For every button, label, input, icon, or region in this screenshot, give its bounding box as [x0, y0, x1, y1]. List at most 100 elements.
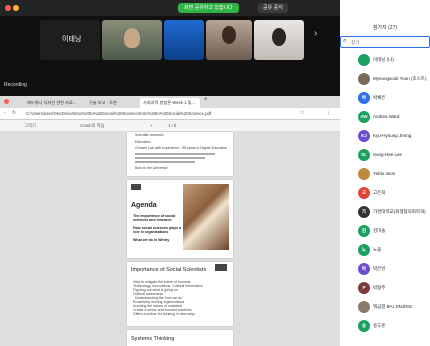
- participant-row[interactable]: 김 김미솔: [340, 225, 430, 241]
- participant-row[interactable]: AW Andrea Ward: [340, 111, 430, 127]
- zoom-titlebar: 화면 공유하고 있습니다 공유 중지: [0, 0, 340, 16]
- avatar: [358, 168, 370, 180]
- search-placeholder: 찾기: [351, 40, 360, 45]
- participant-name: 백금정 BAI JINJING: [373, 304, 413, 309]
- text-line: [135, 161, 195, 163]
- participant-row[interactable]: 이테닝 (나): [340, 54, 430, 70]
- close-window-icon[interactable]: [4, 99, 9, 104]
- minimize-window-icon[interactable]: [13, 5, 19, 11]
- menu-icon[interactable]: ⋮: [326, 110, 331, 116]
- logo-icon: [215, 264, 227, 271]
- avatar: P: [358, 282, 370, 294]
- avatar: 노: [358, 244, 370, 256]
- url-text[interactable]: C:/Users/user/OneDrive/Intro%20to%20Soci…: [26, 111, 256, 116]
- screen-share-indicator: 화면 공유하고 있습니다: [178, 3, 239, 13]
- tile-name: 이테닝: [62, 36, 82, 43]
- participant-row[interactable]: KJ Kyu-Hyoung Jeong: [340, 130, 430, 146]
- star-icon[interactable]: ☆: [300, 110, 304, 116]
- search-icon: ⌕: [343, 38, 347, 44]
- video-tile-self[interactable]: 이테닝: [40, 20, 100, 60]
- participant-row[interactable]: 가 가천대학교(회생협의회학과): [340, 206, 430, 222]
- participant-name: Sung-Hee Lee: [373, 152, 403, 157]
- participant-row[interactable]: 백금정 BAI JINJING: [340, 301, 430, 317]
- participant-name: 이테닝 (나): [373, 57, 394, 62]
- text-line: [135, 153, 215, 155]
- avatar: 가: [358, 206, 370, 218]
- pdf-page-importance: Importance of Social Scientists Help to …: [127, 262, 233, 326]
- participant-name: 박형주: [373, 285, 386, 290]
- agenda-bullet: What we do in Wintry: [133, 238, 170, 242]
- avatar: 고: [358, 187, 370, 199]
- reload-icon[interactable]: ↻: [12, 110, 16, 116]
- participants-panel: 참가자 (27) ⌕ 찾기 이테닝 (나) Myeongsook Yoon (호스…: [340, 0, 430, 346]
- participant-name: 박채은: [373, 95, 386, 100]
- participant-row[interactable]: Yebin Jeon: [340, 168, 430, 184]
- participant-name: Myeongsook Yoon (호스트): [373, 76, 427, 81]
- pdf-page-agenda: Agenda The importance of social sciences…: [127, 180, 233, 258]
- page-text: Born in the Universe!: [135, 166, 168, 170]
- building-image: [183, 184, 229, 250]
- participant-row[interactable]: Myeongsook Yoon (호스트): [340, 73, 430, 89]
- pdf-page-1: Scientific research Education Chosen Lab…: [127, 132, 233, 176]
- zoom-in-icon[interactable]: +: [150, 123, 153, 128]
- shared-browser-window: 에드위나 디자인 관련 자료... 구술 보고 - 토론 사회과학 방법론 We…: [0, 96, 340, 346]
- video-tile-participant[interactable]: [206, 20, 252, 60]
- address-bar[interactable]: ‹ ↻ C:/Users/user/OneDrive/Intro%20to%20…: [0, 108, 340, 120]
- avatar: [358, 73, 370, 85]
- participant-row[interactable]: 고 고은희: [340, 187, 430, 203]
- page-text: Education: [135, 140, 151, 144]
- next-page-arrow-icon[interactable]: ›: [314, 28, 317, 39]
- browser-tab[interactable]: 구술 보고 - 토론: [86, 98, 138, 108]
- video-tile-participant[interactable]: [164, 20, 204, 60]
- participant-name: 송도훈: [373, 323, 386, 328]
- logo-icon: [131, 184, 141, 190]
- video-gallery: 이테닝 › Recording: [0, 16, 340, 96]
- participant-row[interactable]: P 박형주: [340, 282, 430, 298]
- participants-title: 참가자 (27): [372, 25, 398, 31]
- participant-name: 고은희: [373, 190, 386, 195]
- participant-name: 노을: [373, 247, 382, 252]
- participant-row[interactable]: 박 박채은: [340, 92, 430, 108]
- video-tile-participant[interactable]: [102, 20, 162, 60]
- browser-tab-active[interactable]: 사회과학 방법론 Week 1 및...: [140, 98, 200, 108]
- participant-row[interactable]: 박 박은빈: [340, 263, 430, 279]
- participant-name: 박은빈: [373, 266, 386, 271]
- participant-name: Kyu-Hyoung Jeong: [373, 133, 412, 138]
- pdf-viewer[interactable]: Scientific research Education Chosen Lab…: [0, 132, 340, 346]
- participant-row[interactable]: SL Sung-Hee Lee: [340, 149, 430, 165]
- participant-search-input[interactable]: ⌕ 찾기: [340, 36, 430, 48]
- agenda-title: Agenda: [131, 202, 157, 209]
- person-figure: [124, 28, 140, 48]
- stop-share-button[interactable]: 공유 중지: [258, 3, 288, 13]
- recording-label: Recording: [4, 82, 27, 88]
- page-text: Chosen Lab with experience - 35 years in…: [135, 146, 228, 150]
- draw-tool[interactable]: 그리기: [24, 123, 36, 129]
- video-tile-participant[interactable]: [254, 20, 304, 60]
- page-count: 1 / 6: [168, 123, 177, 128]
- new-tab-icon[interactable]: +: [204, 97, 208, 103]
- agenda-bullet: How social sciences plays a role in orga…: [133, 226, 182, 234]
- person-figure: [272, 28, 286, 46]
- participant-name: Yebin Jeon: [373, 171, 396, 176]
- avatar: [358, 301, 370, 313]
- person-figure: [222, 26, 236, 44]
- pdf-page-systems: Systems Thinking: [127, 330, 233, 346]
- avatar: KJ: [358, 130, 370, 142]
- participant-name: 김미솔: [373, 228, 386, 233]
- participant-name: Andrea Ward: [373, 114, 400, 119]
- avatar: 김: [358, 225, 370, 237]
- participant-row[interactable]: 송 송도훈: [340, 320, 430, 336]
- avatar: AW: [358, 111, 370, 123]
- participant-name: 가천대학교(회생협의회학과): [373, 209, 426, 214]
- browser-tab[interactable]: 에드위나 디자인 관련 자료...: [24, 98, 84, 108]
- participant-row[interactable]: 노 노을: [340, 244, 430, 260]
- tab-strip: 에드위나 디자인 관련 자료... 구술 보고 - 토론 사회과학 방법론 We…: [0, 96, 340, 108]
- text-line: [135, 157, 205, 159]
- avatar: 송: [358, 320, 370, 332]
- read-aloud-tool[interactable]: Crash의 학습: [80, 123, 105, 129]
- avatar: SL: [358, 149, 370, 161]
- back-icon[interactable]: ‹: [4, 110, 6, 116]
- agenda-bullet: The importance of social sciences and re…: [133, 214, 176, 222]
- slide-title: Systems Thinking: [131, 336, 175, 342]
- close-window-icon[interactable]: [5, 5, 11, 11]
